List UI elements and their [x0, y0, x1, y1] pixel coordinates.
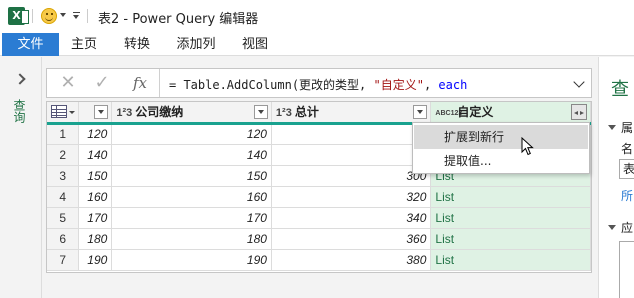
collapse-icon[interactable] [608, 125, 616, 130]
cell-value[interactable]: 170 [111, 207, 272, 229]
excel-icon[interactable]: X [8, 7, 29, 25]
customize-icon[interactable] [72, 9, 81, 22]
tab-home[interactable]: 主页 [60, 33, 108, 56]
ribbon-tabs: 文件 主页 转换 添加列 视图 [0, 33, 634, 56]
cell-value[interactable]: 190 [111, 249, 272, 271]
expand-formula-bar-icon[interactable] [573, 76, 585, 88]
cell-value[interactable]: 170 [78, 207, 113, 229]
cell-value[interactable]: 160 [78, 186, 113, 208]
query-settings-title: 查 [611, 79, 629, 100]
collapse-icon[interactable] [608, 225, 616, 230]
formula-bar: ✕ ✓ fx = Table.AddColumn(更改的类型, "自定义", e… [46, 68, 592, 98]
tab-transform[interactable]: 转换 [113, 33, 161, 56]
cell-value[interactable]: 120 [111, 123, 272, 145]
type-any-icon[interactable]: ABC123 [435, 110, 462, 117]
properties-section-label: 属 [621, 121, 634, 135]
quick-access-divider [32, 9, 33, 23]
row-number[interactable]: 1 [47, 123, 80, 145]
formula-input[interactable]: = Table.AddColumn(更改的类型, "自定义", each [169, 76, 467, 93]
mouse-cursor-icon [521, 137, 534, 156]
cell-value[interactable]: 300 [271, 165, 432, 187]
table-corner[interactable] [47, 102, 80, 125]
row-number[interactable]: 2 [47, 144, 80, 166]
title-bar: X 表2 - Power Query 编辑器 [0, 0, 634, 33]
expand-context-menu: 扩展到新行 提取值... [412, 122, 590, 174]
cell-value[interactable]: 140 [111, 144, 272, 166]
cell-value[interactable]: 140 [78, 144, 113, 166]
cell-value[interactable]: 150 [111, 165, 272, 187]
column-header-total[interactable]: 1²3 总计 [271, 102, 432, 125]
column-filter-button[interactable] [253, 105, 268, 119]
cell-list-link[interactable]: List [430, 228, 591, 250]
queries-pane-collapsed: 查询 [0, 57, 42, 298]
menu-item-expand-to-new-rows[interactable]: 扩展到新行 [414, 125, 588, 149]
cell-value[interactable]: 340 [271, 207, 432, 229]
query-name-input[interactable]: 表 [619, 159, 634, 179]
row-number[interactable]: 3 [47, 165, 80, 187]
tab-view[interactable]: 视图 [232, 33, 278, 56]
cell-value[interactable]: 160 [111, 186, 272, 208]
type-number-icon[interactable]: 1²3 [116, 107, 132, 119]
tab-file[interactable]: 文件 [2, 33, 59, 56]
column-filter-button[interactable] [413, 105, 428, 119]
table-row[interactable]: 4 160 160 320 List [47, 186, 591, 208]
table-icon[interactable] [51, 105, 67, 118]
cell-list-link[interactable]: List [430, 207, 591, 229]
query-settings-pane: 查 属 名 表 所 应 [598, 57, 634, 298]
row-number[interactable]: 6 [47, 228, 80, 250]
cell-value[interactable] [271, 144, 432, 166]
tab-add-column[interactable]: 添加列 [168, 33, 224, 56]
column-filter-button[interactable] [94, 105, 109, 119]
column-name: 总计 [294, 105, 319, 120]
column-name: 自定义 [457, 105, 494, 120]
cancel-formula-button[interactable]: ✕ [51, 69, 85, 97]
formula-divider [159, 69, 160, 97]
cell-value[interactable]: 150 [78, 165, 113, 187]
menu-item-extract-values[interactable]: 提取值... [414, 149, 588, 173]
cell-list-link[interactable]: List [430, 186, 591, 208]
column-name: 公司缴纳 [135, 105, 184, 120]
row-number[interactable]: 4 [47, 186, 80, 208]
confirm-formula-button[interactable]: ✓ [85, 69, 119, 97]
table-row[interactable]: 6 180 180 360 List [47, 228, 591, 250]
window-title: 表2 - Power Query 编辑器 [98, 12, 259, 27]
quick-access-divider [87, 9, 88, 23]
column-header-prev[interactable] [78, 102, 113, 125]
cell-list-link[interactable]: List [430, 249, 591, 271]
expand-queries-icon[interactable] [14, 73, 26, 85]
cell-value[interactable] [271, 123, 432, 145]
chevron-down-icon[interactable] [69, 111, 75, 114]
cell-value[interactable]: 190 [78, 249, 113, 271]
cell-value[interactable]: 120 [78, 123, 113, 145]
applied-steps-label: 应 [621, 221, 634, 235]
cell-value[interactable]: 180 [78, 228, 113, 250]
cell-value[interactable]: 360 [271, 228, 432, 250]
applied-steps-list[interactable] [619, 241, 634, 298]
cell-value[interactable]: 180 [111, 228, 272, 250]
row-number[interactable]: 7 [47, 249, 80, 271]
row-number[interactable]: 5 [47, 207, 80, 229]
column-header-custom[interactable]: ABC123自定义 [430, 102, 591, 125]
cell-value[interactable]: 380 [271, 249, 432, 271]
queries-label[interactable]: 查询 [12, 99, 28, 123]
type-number-icon[interactable]: 1²3 [276, 107, 292, 119]
cell-value[interactable]: 320 [271, 186, 432, 208]
insert-function-button[interactable]: fx [123, 69, 157, 97]
column-header-company[interactable]: 1²3 公司缴纳 [111, 102, 272, 125]
chevron-down-icon[interactable] [60, 13, 66, 17]
table-row[interactable]: 5 170 170 340 List [47, 207, 591, 229]
smiley-icon[interactable] [41, 8, 57, 24]
table-row[interactable]: 7 190 190 380 List [47, 249, 591, 271]
name-label: 名 [621, 142, 634, 156]
all-properties-link[interactable]: 所 [621, 187, 633, 204]
expand-column-button[interactable] [571, 104, 587, 120]
